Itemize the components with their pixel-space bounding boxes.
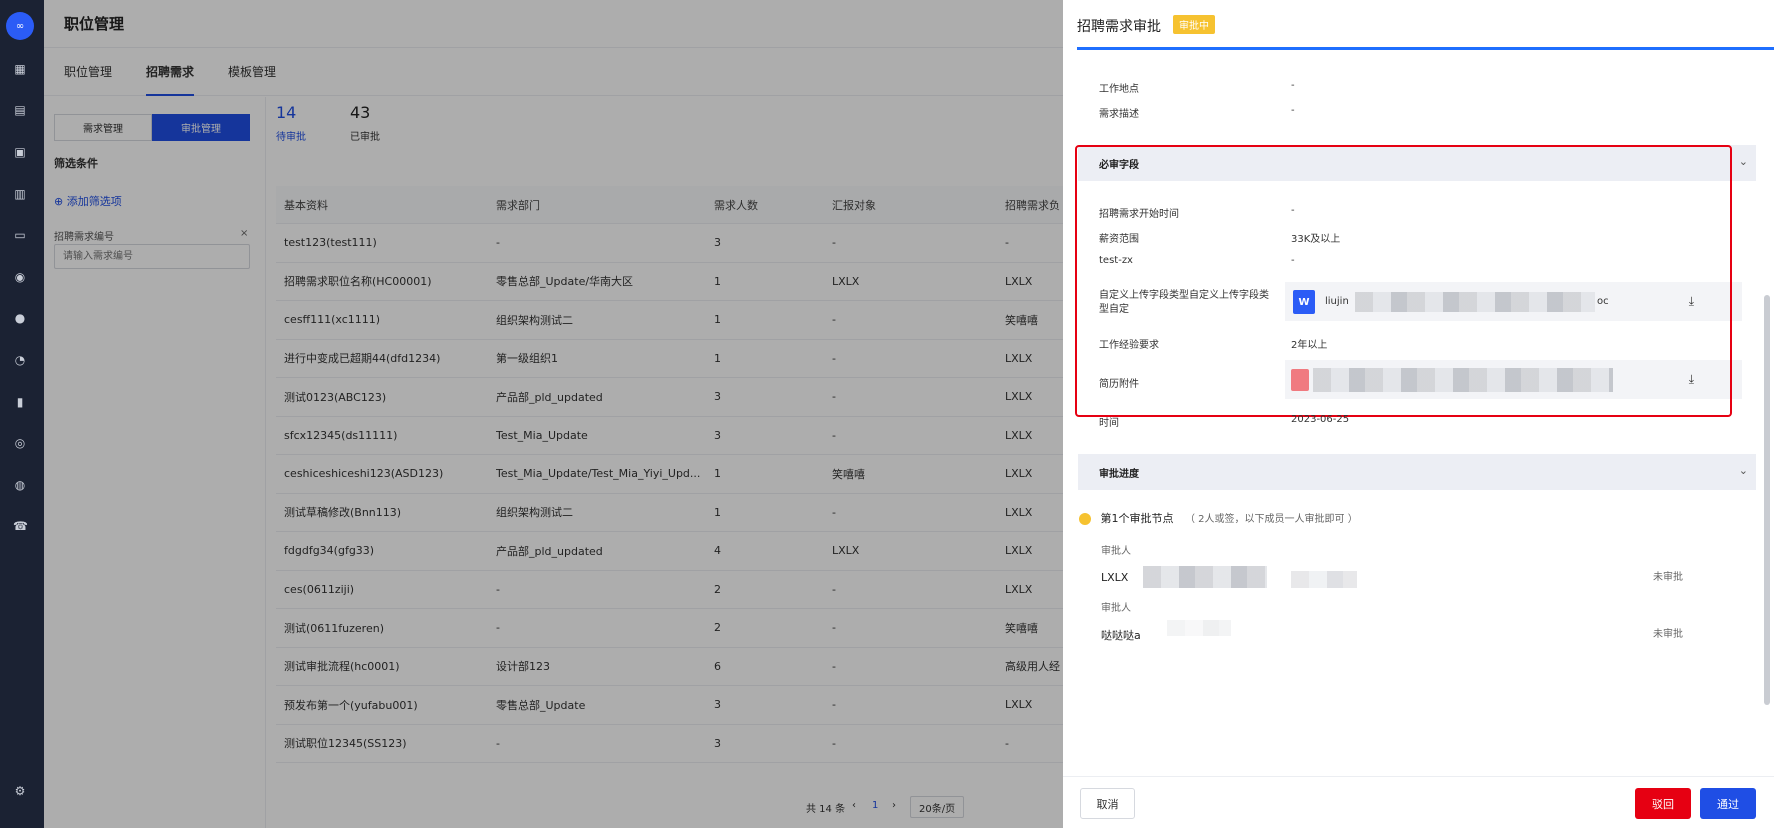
node-note: （ 2人或签，以下成员一人审批即可 ） bbox=[1185, 514, 1358, 525]
section-approval-progress[interactable]: 审批进度 ⌄ bbox=[1078, 454, 1756, 490]
id-card-icon[interactable]: ▭ bbox=[13, 228, 27, 242]
header-accent-bar bbox=[1077, 47, 1774, 50]
approver-status: 未审批 bbox=[1653, 629, 1683, 640]
chevron-down-icon[interactable]: ⌄ bbox=[1739, 464, 1748, 477]
app-logo[interactable]: ∞ bbox=[6, 12, 34, 40]
scrollbar-thumb[interactable] bbox=[1764, 295, 1770, 705]
approve-button[interactable]: 通过 bbox=[1700, 788, 1756, 819]
settings-icon[interactable]: ⚙ bbox=[13, 784, 27, 798]
dashboard-icon[interactable]: ▦ bbox=[13, 62, 27, 76]
bar-chart-icon[interactable]: ▮ bbox=[13, 395, 27, 409]
blurred-approver-info bbox=[1143, 566, 1267, 588]
approval-node: 第1个审批节点 （ 2人或签，以下成员一人审批即可 ） bbox=[1079, 510, 1358, 526]
field-value: 2023-06-25 bbox=[1291, 414, 1350, 425]
field-label: 时间 bbox=[1099, 418, 1119, 429]
drawer-header: 招聘需求审批 审批中 bbox=[1063, 0, 1774, 50]
modal-mask[interactable] bbox=[44, 0, 1107, 828]
person-icon[interactable]: ◎ bbox=[13, 436, 27, 450]
briefcase-icon[interactable]: ▤ bbox=[13, 103, 27, 117]
blurred-approver-info bbox=[1291, 571, 1357, 588]
approver-name: 哒哒哒a bbox=[1101, 629, 1141, 642]
drawer-title: 招聘需求审批 bbox=[1077, 19, 1161, 35]
field-label: 工作地点 bbox=[1099, 84, 1139, 95]
status-badge: 审批中 bbox=[1173, 15, 1215, 34]
phone-icon[interactable]: ☎ bbox=[13, 519, 28, 533]
approver-role: 审批人 bbox=[1101, 546, 1131, 557]
section-title: 审批进度 bbox=[1099, 469, 1139, 480]
approval-drawer: 招聘需求审批 审批中 工作地点 - 需求描述 - 必审字段 ⌄ 招聘需求开始时间… bbox=[1063, 0, 1774, 828]
blurred-approver-info bbox=[1167, 620, 1231, 636]
chat-icon[interactable]: ◉ bbox=[13, 270, 27, 284]
app-rail: ∞ ▦ ▤ ▣ ▥ ▭ ◉ ● ◔ ▮ ◎ ◍ ☎ ⚙ bbox=[0, 0, 44, 828]
field-label: 需求描述 bbox=[1099, 109, 1139, 120]
pending-dot-icon bbox=[1079, 513, 1091, 525]
approver-status: 未审批 bbox=[1653, 572, 1683, 583]
users-icon[interactable]: ◍ bbox=[13, 478, 27, 492]
node-title: 第1个审批节点 bbox=[1100, 512, 1174, 525]
calendar-doc-icon[interactable]: ▣ bbox=[13, 145, 27, 159]
pie-chart-icon[interactable]: ◔ bbox=[13, 353, 27, 367]
main-page: 职位管理 职位管理 招聘需求 模板管理 需求管理 审批管理 筛选条件 ⊕ 添加筛… bbox=[44, 0, 1107, 828]
badge-icon[interactable]: ● bbox=[13, 311, 27, 325]
approver-name: LXLX bbox=[1101, 571, 1129, 584]
reject-button[interactable]: 驳回 bbox=[1635, 788, 1691, 819]
field-value: - bbox=[1291, 105, 1295, 116]
highlight-box bbox=[1075, 145, 1732, 417]
approver-role: 审批人 bbox=[1101, 603, 1131, 614]
field-value: - bbox=[1291, 80, 1295, 91]
drawer-scrollbar[interactable] bbox=[1763, 75, 1771, 775]
table-icon[interactable]: ▥ bbox=[13, 187, 27, 201]
cancel-button[interactable]: 取消 bbox=[1080, 788, 1135, 819]
drawer-footer: 取消 驳回 通过 bbox=[1063, 776, 1774, 828]
chevron-down-icon[interactable]: ⌄ bbox=[1739, 155, 1748, 168]
